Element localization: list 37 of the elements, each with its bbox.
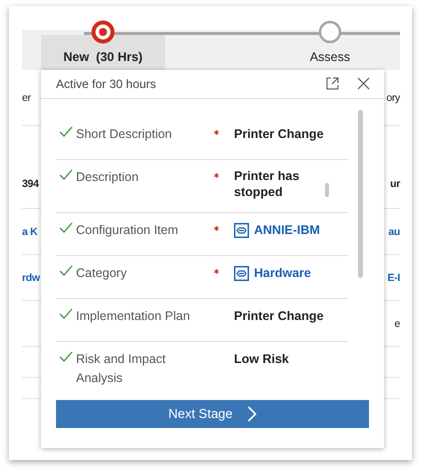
required-icon [214, 172, 219, 178]
lookup-icon [234, 222, 249, 238]
chevron-right-icon [246, 406, 257, 422]
field-label: Configuration Item [76, 222, 180, 239]
table-cell[interactable]: rdw [22, 272, 40, 284]
field-label: Category [76, 264, 128, 282]
table-cell[interactable]: E-I [387, 272, 400, 284]
scrollbar-thumb[interactable] [325, 182, 329, 197]
stage-tab[interactable]: Assess [268, 40, 392, 70]
next-stage-button[interactable]: Next Stage [56, 400, 369, 428]
table-cell: ur [390, 178, 400, 190]
scrollbar-thumb[interactable] [358, 110, 363, 278]
lookup-link[interactable]: ANNIE-IBM [254, 220, 320, 240]
table-cell[interactable]: a K [22, 226, 38, 238]
table-cell: ory [386, 92, 400, 104]
lookup-icon [234, 266, 249, 281]
required-icon [214, 226, 219, 231]
lookup-link[interactable]: Hardware [254, 264, 311, 283]
table-cell: e [394, 318, 400, 330]
expand-icon[interactable] [326, 77, 339, 90]
table-cell: 394 [22, 178, 39, 190]
field-label: Description [76, 168, 140, 186]
flyout-title: Active for 30 hours [56, 76, 158, 91]
close-icon[interactable] [357, 77, 370, 90]
stage-tab[interactable]: New (30 Hrs) [41, 35, 165, 70]
required-icon [214, 268, 219, 274]
value-text: Printer Change [234, 308, 324, 325]
field-label: Short Description [76, 126, 173, 143]
active-stage-icon [91, 20, 115, 44]
field-label: Risk and Impact Analysis [76, 350, 167, 387]
required-icon [214, 130, 219, 135]
table-cell[interactable]: au [388, 226, 400, 238]
value-text: Printer has stopped [234, 168, 300, 200]
value-text: Printer Change [234, 126, 324, 143]
field-label: Implementation Plan [76, 308, 191, 325]
value-text: Low Risk [234, 350, 289, 368]
table-cell: er [22, 92, 31, 104]
